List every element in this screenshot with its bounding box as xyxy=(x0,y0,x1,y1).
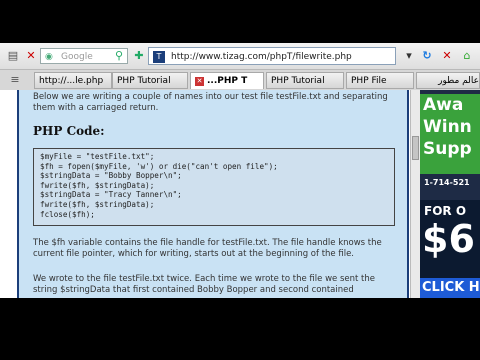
code-line: fclose($fh); xyxy=(40,209,95,219)
ad-banner-green[interactable]: Awa Winn Supp xyxy=(420,94,480,174)
advertisement[interactable]: Awa Winn Supp 1-714-521 FOR O $6 CLICK H xyxy=(420,90,480,298)
vertical-scrollbar[interactable] xyxy=(410,90,420,298)
file-handle-paragraph: The $fh variable contains the file handl… xyxy=(33,238,382,259)
code-block: $myFile = "testFile.txt"; $fh = fopen($m… xyxy=(33,148,395,226)
code-line: fwrite($fh, $stringData); xyxy=(40,180,155,190)
dropdown-icon[interactable]: ▾ xyxy=(402,49,416,63)
code-line: $stringData = "Bobby Bopper\n"; xyxy=(40,171,182,181)
tab-bar: ≡ http://...le.php PHP Tutorial ✕ ...PHP … xyxy=(0,70,480,91)
home-icon[interactable]: ⌂ xyxy=(460,49,474,63)
code-heading: PHP Code: xyxy=(33,124,105,138)
url-text: http://www.tizag.com/phpT/filewrite.php xyxy=(171,52,352,62)
page-icon[interactable]: ▤ xyxy=(6,49,20,63)
write-twice-paragraph: We wrote to the file testFile.txt twice.… xyxy=(33,274,375,295)
site-favicon: T xyxy=(153,51,165,63)
intro-paragraph: Below we are writing a couple of names i… xyxy=(33,92,388,113)
tab-4[interactable]: PHP Tutorial xyxy=(266,72,344,89)
search-icon[interactable]: ⚲ xyxy=(112,49,126,63)
reload-icon[interactable]: ↻ xyxy=(420,49,434,63)
stop-load-icon[interactable]: ✕ xyxy=(440,49,454,63)
ad-phone: 1-714-521 xyxy=(424,178,470,187)
ad-click-button[interactable]: CLICK H xyxy=(420,278,480,298)
tab-5[interactable]: PHP File xyxy=(346,72,414,89)
code-line: $fh = fopen($myFile, 'w') or die("can't … xyxy=(40,161,278,171)
tab-6[interactable]: عالم مطور xyxy=(416,72,480,89)
code-line: $stringData = "Tracy Tanner\n"; xyxy=(40,190,182,200)
tab-close-icon[interactable]: ✕ xyxy=(195,77,204,86)
stop-icon[interactable]: ✕ xyxy=(24,49,38,63)
url-bar[interactable]: T http://www.tizag.com/phpT/filewrite.ph… xyxy=(148,47,396,65)
tab-1[interactable]: http://...le.php xyxy=(34,72,112,89)
ad-price: $6 xyxy=(422,217,475,261)
bookmark-icon[interactable]: ✚ xyxy=(132,49,146,63)
scroll-thumb[interactable] xyxy=(412,136,419,160)
tab-2[interactable]: PHP Tutorial xyxy=(112,72,188,89)
browser-toolbar: ▤ ✕ ◉ Google ⚲ ✚ T http://www.tizag.com/… xyxy=(0,43,480,70)
search-engine-icon: ◉ xyxy=(45,52,53,62)
code-line: fwrite($fh, $stringData); xyxy=(40,199,155,209)
code-line: $myFile = "testFile.txt"; xyxy=(40,152,155,161)
article-content: Below we are writing a couple of names i… xyxy=(17,90,409,298)
tab-list-icon[interactable]: ≡ xyxy=(8,73,22,87)
page-viewport: Below we are writing a couple of names i… xyxy=(0,90,480,298)
tab-3-active[interactable]: ✕ ...PHP T xyxy=(190,72,264,89)
ad-offer[interactable]: FOR O $6 xyxy=(420,200,480,280)
